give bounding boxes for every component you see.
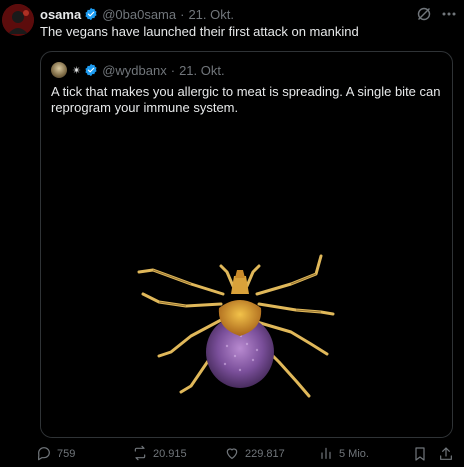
quote-text: A tick that makes you allergic to meat i… <box>51 84 441 115</box>
verified-badge-icon <box>84 63 98 77</box>
like-count: 229.817 <box>245 448 285 460</box>
quote-author-handle[interactable]: @wydbanx <box>102 63 167 78</box>
action-bar: 759 20.915 229.817 5 Mio. <box>36 444 456 464</box>
quote-author-avatar[interactable] <box>51 62 67 78</box>
separator-dot: · <box>180 6 185 22</box>
repost-count: 20.915 <box>153 448 187 460</box>
author-name[interactable]: osama <box>40 7 81 22</box>
separator-dot: · <box>170 62 176 78</box>
author-avatar[interactable] <box>2 4 34 36</box>
views-button[interactable]: 5 Mio. <box>318 444 369 464</box>
tweet-date[interactable]: 21. Okt. <box>188 7 234 22</box>
reply-count: 759 <box>57 448 76 460</box>
grok-icon[interactable] <box>416 6 432 22</box>
tweet-text: The vegans have launched their first att… <box>40 24 359 39</box>
heart-icon <box>224 445 245 464</box>
quote-header: ✴ @wydbanx · 21. Okt. <box>51 62 225 78</box>
views-icon <box>318 445 339 464</box>
more-options-icon[interactable] <box>440 6 458 22</box>
reply-button[interactable]: 759 <box>36 444 75 464</box>
author-handle[interactable]: @0ba0sama <box>102 7 176 22</box>
bookmark-button[interactable] <box>412 446 428 467</box>
like-button[interactable]: 229.817 <box>224 444 285 464</box>
verified-badge-icon <box>84 7 98 21</box>
share-button[interactable] <box>438 446 454 467</box>
repost-icon <box>132 445 153 464</box>
quoted-tweet[interactable]: ✴ @wydbanx · 21. Okt. A tick that makes … <box>40 51 453 438</box>
quote-author-name[interactable]: ✴ <box>72 64 81 77</box>
avatar-image <box>2 4 34 36</box>
quote-date[interactable]: 21. Okt. <box>179 63 225 78</box>
repost-button[interactable]: 20.915 <box>132 444 187 464</box>
bookmark-icon <box>412 447 428 466</box>
tweet-header: osama @0ba0sama · 21. Okt. <box>40 6 234 22</box>
tweet: osama @0ba0sama · 21. Okt. The vegans ha… <box>0 0 464 467</box>
share-icon <box>438 447 454 466</box>
reply-icon <box>36 445 57 464</box>
tick-illustration <box>137 254 335 398</box>
tick-image[interactable] <box>41 124 452 437</box>
views-count: 5 Mio. <box>339 448 369 460</box>
